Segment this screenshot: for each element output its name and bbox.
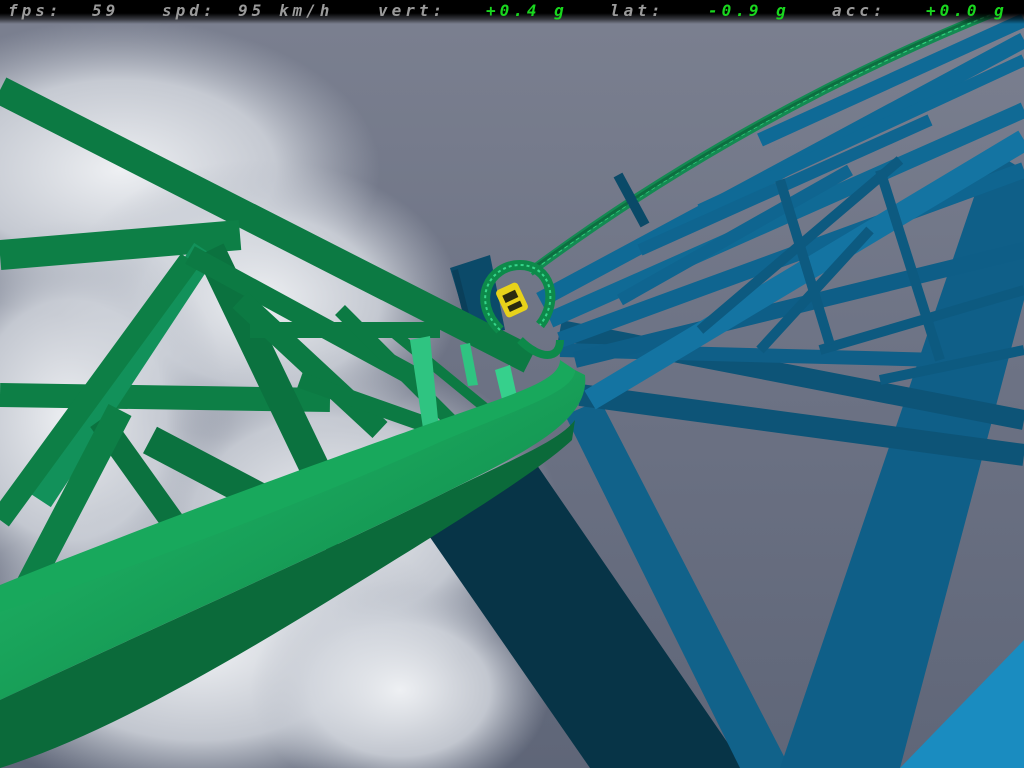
telemetry-hud: fps: 59 spd: 95 km/h vert: +0.4 g lat: -…: [0, 0, 1024, 24]
fps-label: fps:: [8, 1, 63, 20]
coaster-scene: [0, 0, 1024, 768]
vertical-g-label: vert:: [378, 1, 447, 20]
lateral-g-label: lat:: [610, 1, 665, 20]
speed-label: spd:: [162, 1, 217, 20]
acceleration-g-value: +0.0 g: [926, 1, 1008, 20]
acceleration-g-label: acc:: [832, 1, 887, 20]
game-viewport: fps: 59 spd: 95 km/h vert: +0.4 g lat: -…: [0, 0, 1024, 768]
fps-value: 59: [92, 1, 120, 20]
speed-value: 95 km/h: [238, 1, 334, 20]
vertical-g-value: +0.4 g: [486, 1, 568, 20]
lateral-g-value: -0.9 g: [708, 1, 790, 20]
